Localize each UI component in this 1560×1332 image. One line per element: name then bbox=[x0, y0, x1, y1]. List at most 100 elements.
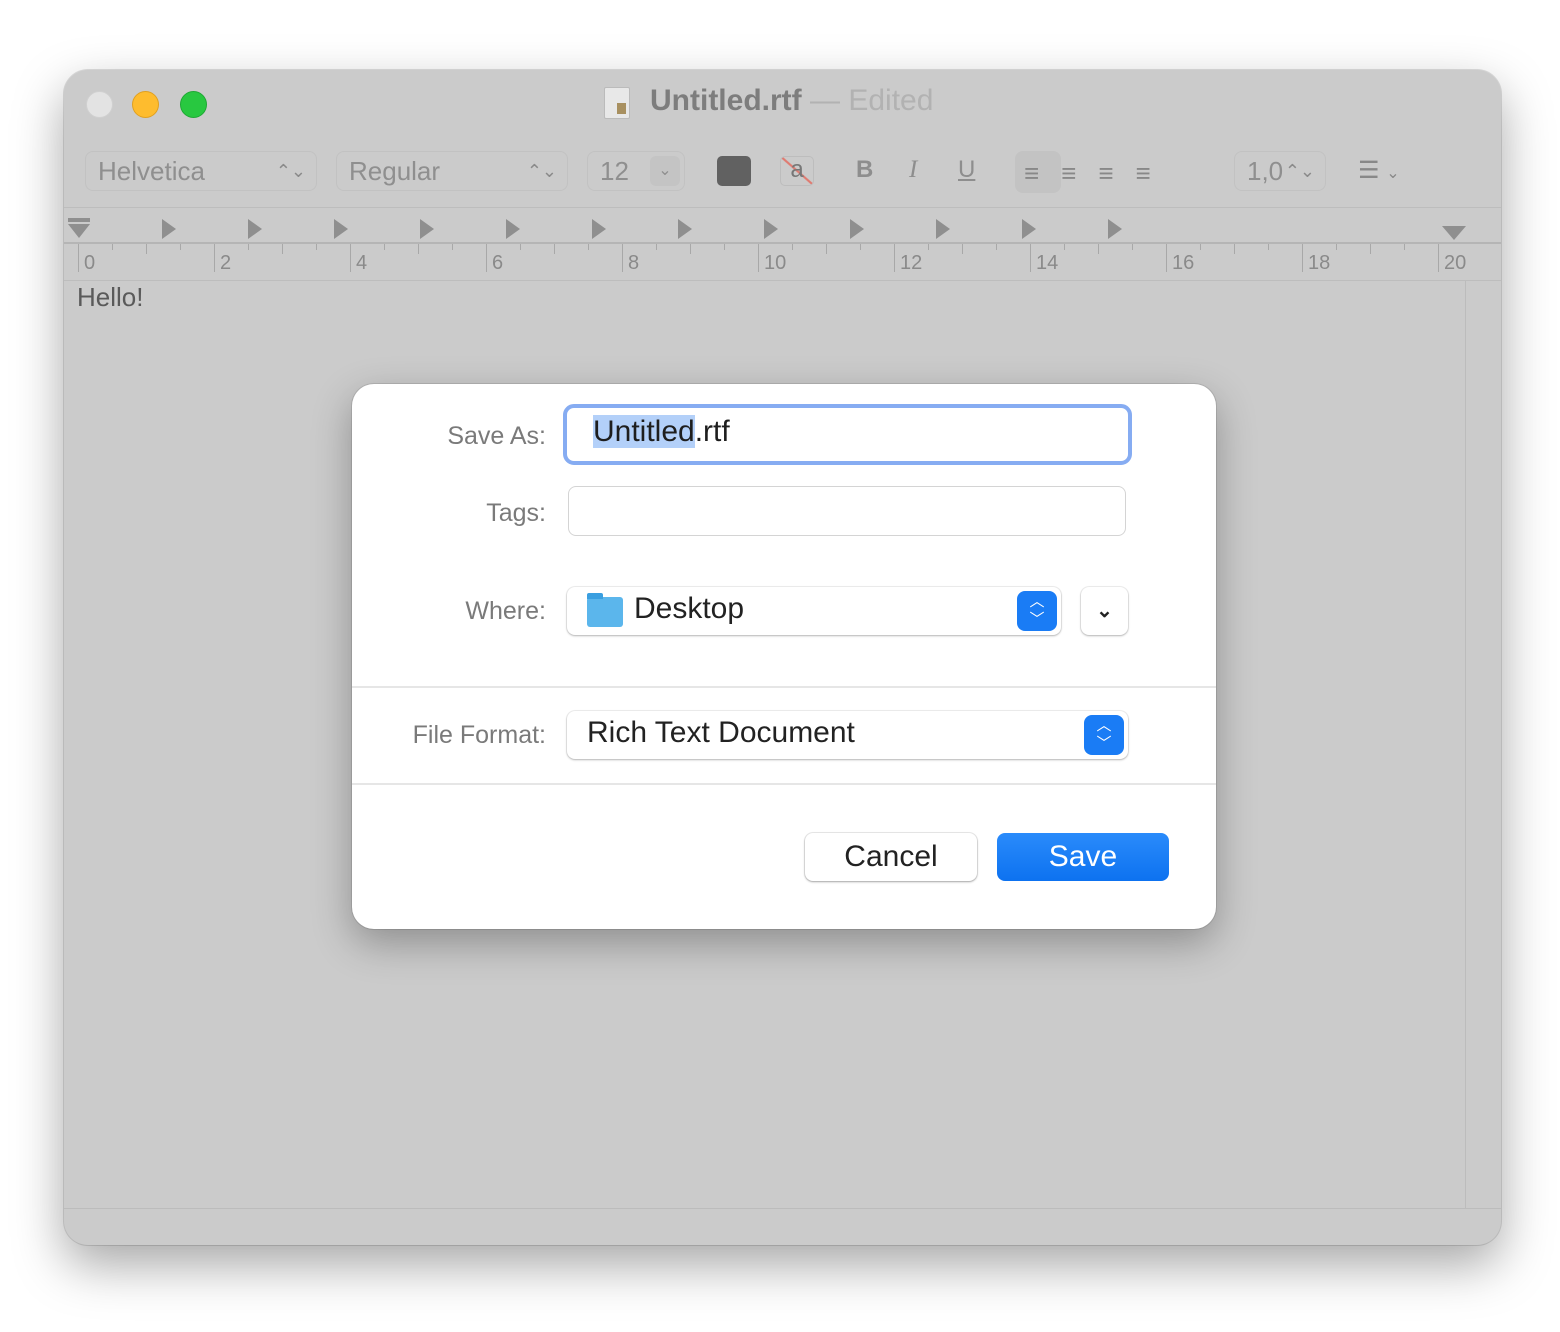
save-dialog: Save As: Untitled.rtf Tags: Where: Deskt… bbox=[352, 384, 1216, 929]
ruler-tick bbox=[1234, 244, 1235, 254]
justify-icon[interactable]: ≡ bbox=[1136, 158, 1173, 188]
tab-stop-marker[interactable] bbox=[764, 219, 778, 239]
first-line-indent-marker[interactable] bbox=[68, 218, 90, 222]
zoom-button[interactable] bbox=[180, 91, 207, 118]
line-spacing-popup[interactable]: 1,0 ⌃⌄ bbox=[1234, 151, 1326, 191]
filename-selection: Untitled bbox=[593, 415, 695, 448]
italic-button[interactable]: I bbox=[909, 156, 917, 184]
font-style-value: Regular bbox=[349, 156, 441, 186]
chevron-down-icon[interactable]: ⌄ bbox=[650, 156, 680, 186]
ruler-tick bbox=[452, 244, 453, 250]
list-bullets-button[interactable]: ☰ ⌄ bbox=[1358, 156, 1400, 185]
line-spacing-value: 1,0 bbox=[1247, 156, 1284, 186]
ruler-tick bbox=[248, 244, 249, 250]
highlight-a-icon: a bbox=[790, 156, 804, 183]
ruler-tick bbox=[1404, 244, 1405, 250]
where-popup[interactable]: Desktop ︿ ﹀ bbox=[567, 587, 1061, 635]
ruler-label: 14 bbox=[1036, 252, 1059, 274]
ruler-tick bbox=[350, 244, 351, 272]
chevron-down-icon: ⌄ bbox=[1096, 600, 1113, 622]
ruler-tick bbox=[996, 244, 997, 250]
up-down-chevron-icon: ︿ ﹀ bbox=[1084, 715, 1124, 755]
tab-stop-marker[interactable] bbox=[162, 219, 176, 239]
ruler-tick bbox=[588, 244, 589, 250]
font-size-value: 12 bbox=[600, 156, 629, 186]
ruler-tick bbox=[1132, 244, 1133, 250]
window-title: Untitled.rtf — Edited bbox=[604, 84, 934, 119]
ruler-tick bbox=[826, 244, 827, 254]
font-size-combo[interactable]: 12 ⌄ bbox=[587, 151, 685, 191]
ruler-tick bbox=[1336, 244, 1337, 250]
highlight-color-well[interactable]: a bbox=[780, 156, 814, 186]
file-format-popup[interactable]: Rich Text Document ︿ ﹀ bbox=[567, 711, 1128, 759]
ruler-tick bbox=[1098, 244, 1099, 254]
ruler-tick bbox=[180, 244, 181, 250]
ruler-tick bbox=[1438, 244, 1439, 272]
ruler-tick bbox=[146, 244, 147, 254]
bottom-divider bbox=[64, 1208, 1501, 1209]
ruler[interactable]: 0 2 4 6 8 10 12 14 16 18 20 bbox=[64, 207, 1501, 281]
expand-dialog-button[interactable]: ⌄ bbox=[1081, 587, 1128, 635]
rtf-document-icon bbox=[604, 87, 630, 119]
tab-stop-marker[interactable] bbox=[248, 219, 262, 239]
ruler-tick bbox=[486, 244, 487, 272]
align-center-icon[interactable]: ≡ bbox=[1061, 158, 1098, 188]
font-family-popup[interactable]: Helvetica ⌃⌄ bbox=[85, 151, 317, 191]
cancel-button[interactable]: Cancel bbox=[805, 833, 977, 881]
ruler-label: 8 bbox=[628, 252, 640, 274]
up-down-chevron-icon: ⌃⌄ bbox=[275, 161, 306, 181]
ruler-label: 20 bbox=[1444, 252, 1467, 274]
align-right-icon[interactable]: ≡ bbox=[1098, 158, 1135, 188]
where-label: Where: bbox=[465, 597, 546, 625]
tab-stop-marker[interactable] bbox=[1022, 219, 1036, 239]
ruler-tick bbox=[78, 244, 79, 272]
ruler-tick bbox=[1268, 244, 1269, 250]
bold-button[interactable]: B bbox=[856, 156, 873, 184]
underline-button[interactable]: U bbox=[958, 156, 975, 184]
ruler-tick bbox=[214, 244, 215, 272]
align-left-icon[interactable]: ≡ bbox=[1024, 158, 1061, 188]
ruler-tick bbox=[554, 244, 555, 254]
tab-stop-marker[interactable] bbox=[506, 219, 520, 239]
ruler-tick bbox=[1200, 244, 1201, 250]
document-text[interactable]: Hello! bbox=[77, 282, 143, 313]
file-format-value: Rich Text Document bbox=[587, 716, 855, 749]
tab-stop-marker[interactable] bbox=[592, 219, 606, 239]
tab-stop-marker[interactable] bbox=[334, 219, 348, 239]
up-down-chevron-icon: ︿ ﹀ bbox=[1017, 591, 1057, 631]
ruler-tick bbox=[384, 244, 385, 250]
ruler-tick bbox=[690, 244, 691, 254]
tab-stop-marker[interactable] bbox=[936, 219, 950, 239]
chevron-down-icon: ⌄ bbox=[1386, 165, 1400, 182]
ruler-label: 16 bbox=[1172, 252, 1195, 274]
divider bbox=[352, 686, 1216, 688]
ruler-tick bbox=[1302, 244, 1303, 272]
save-as-field[interactable]: Untitled.rtf bbox=[563, 404, 1132, 465]
minimize-button[interactable] bbox=[132, 91, 159, 118]
left-indent-marker[interactable] bbox=[68, 224, 90, 238]
file-format-label: File Format: bbox=[412, 721, 546, 749]
scroll-gutter bbox=[1465, 281, 1466, 1209]
ruler-tick bbox=[112, 244, 113, 250]
text-color-well[interactable] bbox=[717, 156, 751, 186]
right-indent-marker[interactable] bbox=[1442, 226, 1466, 240]
edited-status: Edited bbox=[848, 84, 934, 117]
document-name: Untitled.rtf bbox=[650, 84, 802, 117]
tab-stop-marker[interactable] bbox=[850, 219, 864, 239]
up-down-chevron-icon: ⌃⌄ bbox=[526, 161, 557, 181]
save-as-label: Save As: bbox=[447, 422, 546, 450]
folder-icon bbox=[587, 593, 623, 627]
tab-stop-marker[interactable] bbox=[1108, 219, 1122, 239]
tab-stop-marker[interactable] bbox=[420, 219, 434, 239]
ruler-tick bbox=[1370, 244, 1371, 254]
ruler-label: 18 bbox=[1308, 252, 1331, 274]
ruler-tick bbox=[894, 244, 895, 272]
close-button[interactable] bbox=[86, 91, 113, 118]
ruler-tick bbox=[1166, 244, 1167, 272]
save-button[interactable]: Save bbox=[997, 833, 1169, 881]
tab-stop-marker[interactable] bbox=[678, 219, 692, 239]
tags-field[interactable] bbox=[568, 486, 1126, 536]
font-style-popup[interactable]: Regular ⌃⌄ bbox=[336, 151, 568, 191]
ruler-label: 12 bbox=[900, 252, 923, 274]
ruler-tick bbox=[724, 244, 725, 250]
